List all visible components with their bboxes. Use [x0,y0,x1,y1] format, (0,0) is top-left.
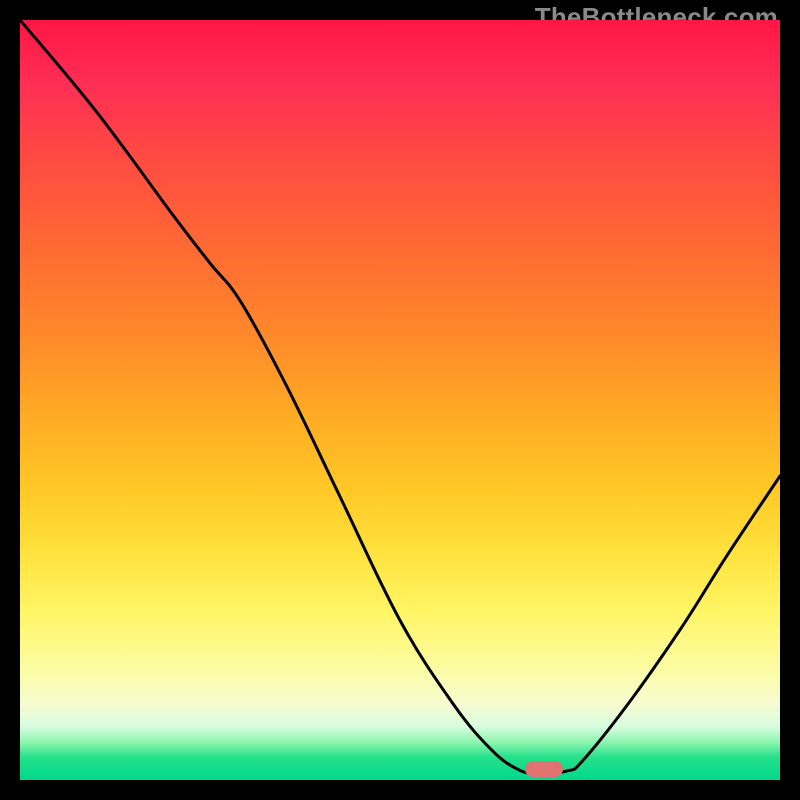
optimal-marker [525,761,563,777]
curve-svg [20,20,780,780]
plot-area [20,20,780,780]
chart-container: TheBottleneck.com [0,0,800,800]
bottleneck-curve [20,20,780,774]
